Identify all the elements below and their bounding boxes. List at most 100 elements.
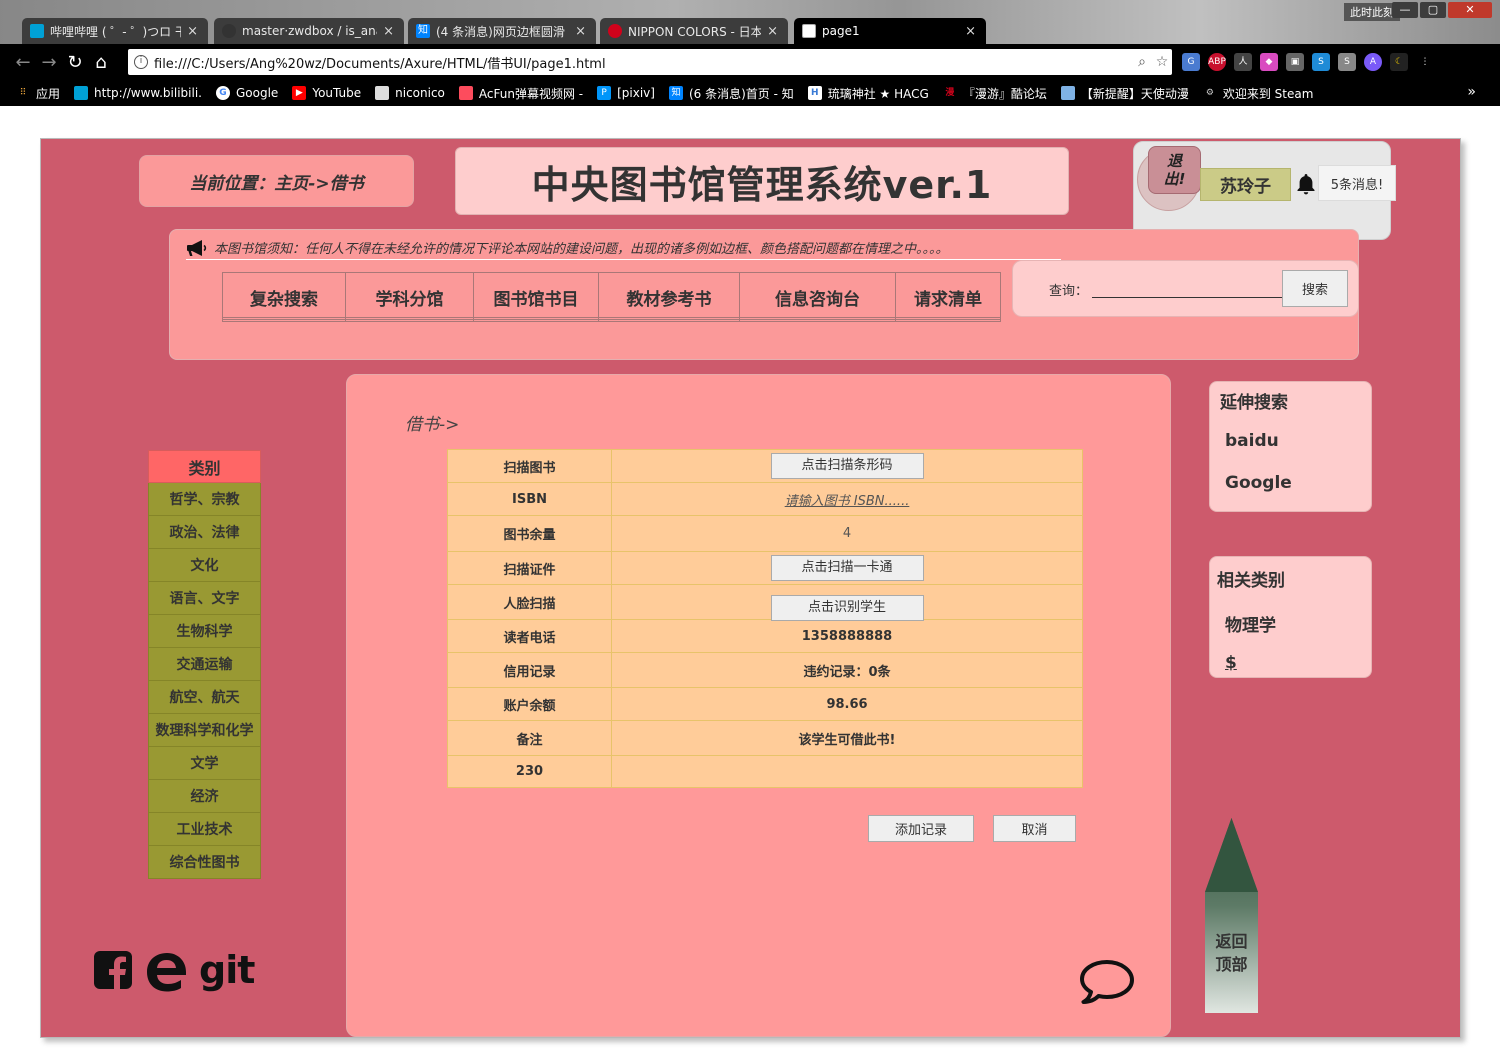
bookmark-item[interactable]: ⠿ 应用	[16, 85, 60, 102]
bookmark-item[interactable]: ⚙ 欢迎来到 Steam	[1203, 85, 1314, 102]
a-ext-icon[interactable]: A	[1364, 53, 1382, 71]
search-button[interactable]: 搜索	[1282, 270, 1348, 307]
bookmark-item[interactable]: http://www.bilibili.	[74, 86, 202, 100]
row-label: 扫描图书	[447, 449, 612, 483]
bookmark-item[interactable]: G Google	[216, 86, 278, 100]
category-item[interactable]: 文化	[148, 549, 261, 582]
tab-textbooks[interactable]: 教材参考书	[599, 273, 740, 321]
category-item[interactable]: 政治、法律	[148, 516, 261, 549]
github-icon	[222, 24, 236, 38]
home-icon[interactable]: ⌂	[88, 52, 114, 73]
search-input[interactable]	[1092, 280, 1282, 298]
category-item[interactable]: 数理科学和化学	[148, 714, 261, 747]
translate-ext-icon[interactable]: G	[1182, 53, 1200, 71]
tab-request-list[interactable]: 请求清单	[896, 273, 1000, 321]
moon-ext-icon[interactable]: ☾	[1390, 53, 1408, 71]
info-icon[interactable]: i	[134, 55, 148, 69]
category-item[interactable]: 综合性图书	[148, 846, 261, 879]
reload-icon[interactable]: ↻	[62, 52, 88, 73]
maximize-icon[interactable]: ▢	[1420, 2, 1446, 18]
category-item[interactable]: 生物科学	[148, 615, 261, 648]
tab-complex-search[interactable]: 复杂搜索	[223, 273, 346, 321]
edge-icon[interactable]	[143, 948, 189, 992]
youtube-icon: ▶	[292, 86, 307, 100]
back-to-top-button[interactable]	[1205, 818, 1258, 1013]
git-logo[interactable]: git	[199, 950, 255, 990]
category-item[interactable]: 哲学、宗教	[148, 483, 261, 516]
category-header: 类别	[148, 450, 261, 483]
chevron-right-icon[interactable]: »	[1467, 84, 1476, 100]
bookmark-item[interactable]: AcFun弹幕视频网 -	[458, 85, 583, 102]
menu-kebab-icon[interactable]: ⋮	[1416, 53, 1434, 71]
tab-info-desk[interactable]: 信息咨询台	[740, 273, 896, 321]
close-icon[interactable]: ×	[965, 24, 976, 39]
category-item[interactable]: 语言、文字	[148, 582, 261, 615]
physics-link[interactable]: 物理学	[1225, 611, 1276, 636]
logout-button[interactable]: 退出!	[1148, 146, 1201, 194]
chat-bubble-icon[interactable]	[1077, 957, 1137, 1007]
close-icon[interactable]: ×	[187, 24, 198, 39]
bookmark-item[interactable]: 知 (6 条消息)首页 - 知	[668, 85, 794, 102]
address-bar[interactable]: i file:///C:/Users/Ang%20wz/Documents/Ax…	[128, 49, 1172, 75]
category-item[interactable]: 文学	[148, 747, 261, 780]
browser-tab[interactable]: 哔哩哔哩 ( ゜- ゜)つロ 干杯 ×	[22, 18, 208, 44]
category-item[interactable]: 经济	[148, 780, 261, 813]
scan-barcode-button[interactable]: 点击扫描条形码	[770, 453, 924, 479]
row-value: 点击扫描条形码	[611, 449, 1083, 483]
adblock-ext-icon[interactable]: ABP	[1208, 53, 1226, 71]
scan-card-button[interactable]: 点击扫描一卡通	[770, 555, 924, 581]
close-icon[interactable]: ×	[767, 24, 778, 39]
credit-value: 违约记录：0条	[803, 664, 891, 680]
table-row: 扫描证件 点击扫描一卡通	[447, 551, 1083, 585]
close-icon[interactable]: ×	[575, 24, 586, 39]
cancel-button[interactable]: 取消	[993, 815, 1076, 842]
bookmark-item[interactable]: P [pixiv]	[597, 86, 655, 100]
s2-ext-icon[interactable]: S	[1338, 53, 1356, 71]
dollar-link[interactable]: $	[1225, 653, 1237, 673]
bookmark-item[interactable]: H 琉璃神社 ★ HACG	[807, 85, 929, 102]
browser-tab-active[interactable]: page1 ×	[794, 18, 986, 44]
message-count[interactable]: 5条消息!	[1318, 165, 1396, 201]
table-row: 图书余量 4	[447, 515, 1083, 552]
s-ext-icon[interactable]: S	[1312, 53, 1330, 71]
browser-tab[interactable]: master·zwdbox / is_ana ×	[214, 18, 404, 44]
niconico-icon	[375, 86, 390, 100]
minimize-icon[interactable]: —	[1392, 2, 1418, 18]
url-text[interactable]: file:///C:/Users/Ang%20wz/Documents/Axur…	[154, 53, 1132, 72]
facebook-icon[interactable]	[93, 950, 133, 990]
row-label: 230	[447, 755, 612, 788]
category-item[interactable]: 交通运输	[148, 648, 261, 681]
dict-ext-icon[interactable]: 人	[1234, 53, 1252, 71]
forward-icon[interactable]: →	[36, 52, 62, 73]
username[interactable]: 苏玲子	[1200, 168, 1291, 201]
face-scan-button[interactable]: 点击识别学生	[770, 595, 924, 621]
category-item[interactable]: 工业技术	[148, 813, 261, 846]
bell-icon[interactable]	[1294, 172, 1318, 196]
close-icon[interactable]: ×	[383, 24, 394, 39]
window-controls: — ▢ ✕	[1392, 2, 1492, 18]
browser-tab[interactable]: NIPPON COLORS - 日本 ×	[600, 18, 788, 44]
google-link[interactable]: Google	[1225, 473, 1292, 493]
window-close-icon[interactable]: ✕	[1448, 2, 1492, 18]
tab-subject-branch[interactable]: 学科分馆	[346, 273, 474, 321]
search-label: 查询：	[1049, 284, 1089, 299]
table-row: ISBN 请输入图书 ISBN......	[447, 482, 1083, 516]
add-record-button[interactable]: 添加记录	[868, 815, 974, 842]
bookmark-item[interactable]: 漫『漫游』酷论坛	[943, 85, 1047, 102]
row-label: 扫描证件	[447, 551, 612, 585]
baidu-link[interactable]: baidu	[1225, 431, 1279, 451]
back-icon[interactable]: ←	[10, 52, 36, 73]
screenshot-ext-icon[interactable]: ▣	[1286, 53, 1304, 71]
google-icon: G	[216, 86, 230, 100]
tab-catalog[interactable]: 图书馆书目	[474, 273, 599, 321]
browser-tab[interactable]: 知 (4 条消息)网页边框圆滑 ×	[408, 18, 596, 44]
bookmark-item[interactable]: niconico	[375, 86, 445, 100]
extension-icon[interactable]: ◆	[1260, 53, 1278, 71]
category-item[interactable]: 航空、航天	[148, 681, 261, 714]
star-icon[interactable]: ☆	[1152, 54, 1172, 70]
bookmark-item[interactable]: ▶ YouTube	[292, 86, 361, 100]
balance-value: 98.66	[826, 696, 868, 712]
zoom-icon[interactable]: ⌕	[1132, 54, 1152, 70]
bookmark-item[interactable]: 【新提醒】天使动漫	[1060, 85, 1189, 102]
isbn-input[interactable]: 请输入图书 ISBN......	[785, 494, 910, 509]
